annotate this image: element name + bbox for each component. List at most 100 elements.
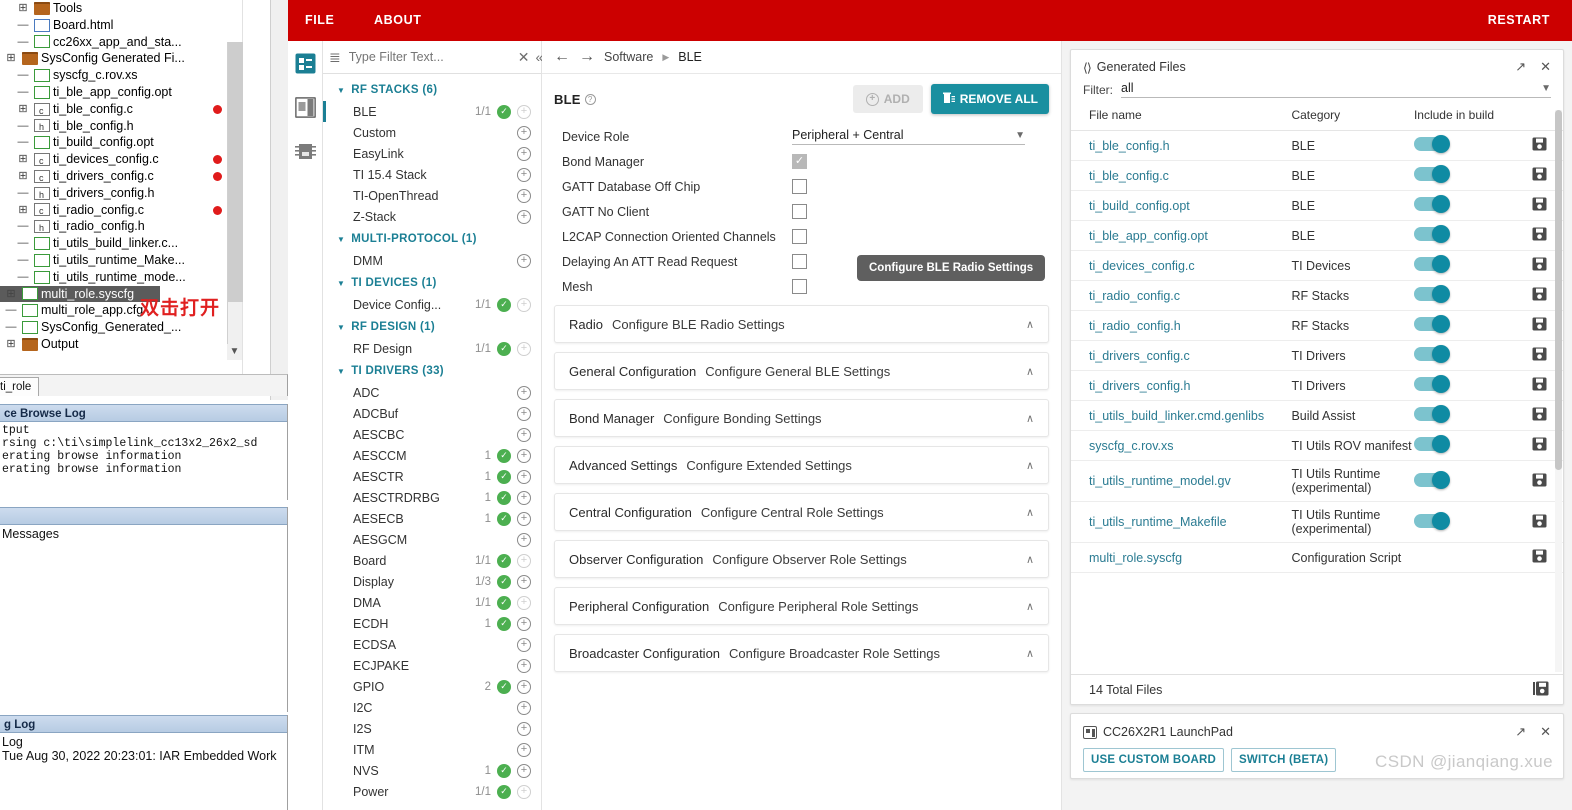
module-item[interactable]: RF Design 1/1 ✓ + [323, 338, 541, 359]
module-item[interactable]: Z-Stack + [323, 206, 541, 227]
include-in-build-toggle[interactable] [1413, 435, 1450, 453]
property-checkbox[interactable]: ✓ [792, 154, 807, 169]
add-instance-icon[interactable]: + [517, 553, 531, 568]
file-name-link[interactable]: ti_radio_config.c [1089, 289, 1180, 303]
include-in-build-toggle[interactable] [1413, 165, 1450, 183]
expand-icon[interactable]: ⊞ [0, 336, 22, 353]
chevron-up-icon[interactable]: ∧ [1026, 553, 1034, 566]
chevron-up-icon[interactable]: ∧ [1026, 506, 1034, 519]
save-file-icon[interactable] [1532, 377, 1547, 394]
include-in-build-toggle[interactable] [1413, 315, 1450, 333]
module-item[interactable]: I2S + [323, 718, 541, 739]
add-instance-icon[interactable]: + [517, 341, 531, 356]
add-instance-icon[interactable]: + [517, 104, 531, 119]
module-item[interactable]: AESCTR 1 ✓ + [323, 466, 541, 487]
tree-item[interactable]: — ti_utils_runtime_Make... [0, 252, 242, 269]
config-section[interactable]: Bond Manager Configure Bonding Settings ∧ [554, 399, 1049, 437]
module-item[interactable]: TI-OpenThread + [323, 185, 541, 206]
add-instance-icon[interactable]: + [517, 167, 531, 182]
breadcrumb-root[interactable]: Software [604, 50, 653, 64]
add-instance-icon[interactable]: + [517, 490, 531, 505]
include-in-build-toggle[interactable] [1413, 375, 1450, 393]
tree-item[interactable]: ⊞ ti_ble_config.c [0, 101, 242, 120]
module-group[interactable]: ▼ RF STACKS (6) [323, 78, 541, 101]
clear-icon[interactable]: ✕ [518, 50, 530, 64]
tree-item[interactable]: ⊞ Output [0, 336, 242, 353]
project-tree-scrollbar[interactable] [227, 42, 243, 360]
config-section[interactable]: Advanced Settings Configure Extended Sett… [554, 446, 1049, 484]
device-role-select[interactable]: Peripheral + Central ▼ [792, 128, 1025, 145]
add-instance-icon[interactable]: + [517, 125, 531, 140]
config-section[interactable]: General Configuration Configure General B… [554, 352, 1049, 390]
expand-icon[interactable]: ⊞ [0, 286, 22, 303]
include-in-build-toggle[interactable] [1413, 511, 1450, 530]
include-in-build-toggle[interactable] [1413, 225, 1450, 243]
chevron-up-icon[interactable]: ∧ [1026, 459, 1034, 472]
config-section[interactable]: Central Configuration Configure Central R… [554, 493, 1049, 531]
add-instance-icon[interactable]: + [517, 209, 531, 224]
module-item[interactable]: Board 1/1 ✓ + [323, 550, 541, 571]
tree-item[interactable]: ⊞ multi_role.syscfg [0, 285, 160, 303]
save-file-icon[interactable] [1532, 347, 1547, 364]
module-item[interactable]: BLE 1/1 ✓ + [323, 101, 541, 122]
file-name-link[interactable]: ti_utils_build_linker.cmd.genlibs [1089, 409, 1264, 423]
module-group[interactable]: ▼ RF DESIGN (1) [323, 315, 541, 338]
module-item[interactable]: AESCTRDRBG 1 ✓ + [323, 487, 541, 508]
chevron-up-icon[interactable]: ∧ [1026, 600, 1034, 613]
board-view-icon[interactable] [295, 97, 316, 118]
restart-button[interactable]: RESTART [1488, 13, 1550, 27]
add-instance-icon[interactable]: + [517, 574, 531, 589]
file-name-link[interactable]: ti_devices_config.c [1089, 259, 1195, 273]
add-instance-icon[interactable]: + [517, 448, 531, 463]
expand-icon[interactable]: ⊞ [0, 50, 22, 67]
add-instance-icon[interactable]: + [517, 469, 531, 484]
module-item[interactable]: AESGCM + [323, 529, 541, 550]
generated-files-scrollbar[interactable] [1555, 110, 1562, 672]
save-file-icon[interactable] [1532, 549, 1547, 566]
expand-icon[interactable]: ⊞ [12, 101, 34, 118]
add-instance-icon[interactable]: + [517, 679, 531, 694]
save-file-icon[interactable] [1532, 514, 1547, 531]
forward-arrow-icon[interactable]: → [579, 48, 595, 66]
add-instance-icon[interactable]: + [517, 658, 531, 673]
use-custom-board-button[interactable]: USE CUSTOM BOARD [1083, 748, 1225, 772]
file-name-link[interactable]: ti_utils_runtime_model.gv [1089, 474, 1231, 488]
module-item[interactable]: EasyLink + [323, 143, 541, 164]
add-instance-icon[interactable]: + [517, 784, 531, 799]
tree-item[interactable]: ⊞ SysConfig Generated Fi... [0, 50, 242, 67]
module-item[interactable]: ECDSA + [323, 634, 541, 655]
chevron-up-icon[interactable]: ∧ [1026, 365, 1034, 378]
save-file-icon[interactable] [1532, 473, 1547, 490]
add-instance-icon[interactable]: + [517, 385, 531, 400]
add-instance-icon[interactable]: + [517, 297, 531, 312]
save-file-icon[interactable] [1532, 197, 1547, 214]
tree-item[interactable]: ⊞ ti_drivers_config.c [0, 168, 242, 187]
expand-icon[interactable]: ↗ [1515, 724, 1526, 740]
tree-item[interactable]: — syscfg_c.rov.xs [0, 67, 242, 84]
tree-item[interactable]: — ti_utils_runtime_mode... [0, 269, 242, 286]
save-file-icon[interactable] [1532, 437, 1547, 454]
tree-item[interactable]: — ti_ble_config.h [0, 118, 242, 137]
add-button[interactable]: + ADD [852, 85, 923, 113]
module-item[interactable]: DMA 1/1 ✓ + [323, 592, 541, 613]
search-input[interactable] [346, 49, 512, 65]
expand-icon[interactable]: ⊞ [12, 0, 34, 17]
tree-item[interactable]: — ti_drivers_config.h [0, 185, 242, 204]
add-instance-icon[interactable]: + [517, 188, 531, 203]
module-item[interactable]: NVS 1 ✓ + [323, 760, 541, 781]
file-name-link[interactable]: ti_drivers_config.h [1089, 379, 1190, 393]
property-checkbox[interactable] [792, 254, 807, 269]
help-icon[interactable]: ? [584, 93, 596, 105]
close-icon[interactable]: ✕ [1540, 724, 1551, 740]
tree-item[interactable]: — ti_radio_config.h [0, 218, 242, 237]
config-section[interactable]: Observer Configuration Configure Observer… [554, 540, 1049, 578]
add-instance-icon[interactable]: + [517, 532, 531, 547]
switch-beta-button[interactable]: SWITCH (BETA) [1231, 748, 1337, 772]
include-in-build-toggle[interactable] [1413, 195, 1450, 213]
save-file-icon[interactable] [1532, 317, 1547, 334]
add-instance-icon[interactable]: + [517, 406, 531, 421]
module-item[interactable]: GPIO 2 ✓ + [323, 676, 541, 697]
chip-icon[interactable] [295, 141, 316, 162]
file-name-link[interactable]: ti_ble_config.h [1089, 139, 1170, 153]
property-checkbox[interactable] [792, 179, 807, 194]
